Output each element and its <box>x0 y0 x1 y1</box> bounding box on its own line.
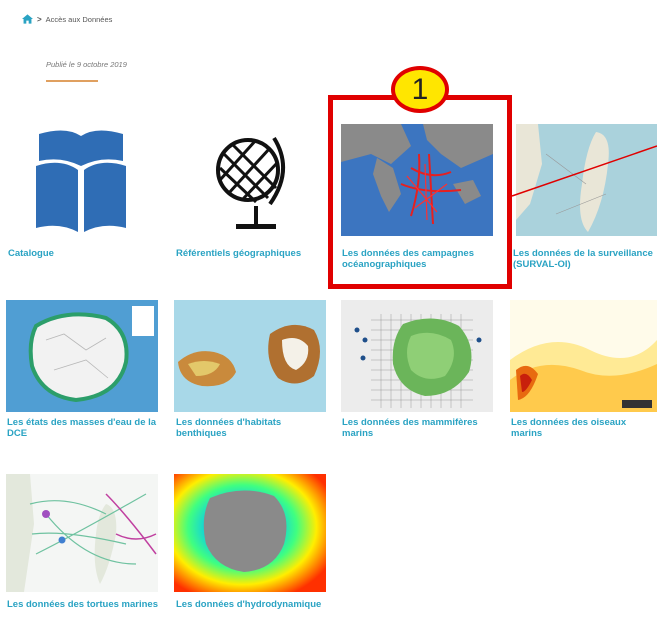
annotation-highlight-box <box>328 95 512 289</box>
annotation-pointer-line <box>511 145 657 197</box>
annotation-step-badge: 1 <box>391 66 449 113</box>
